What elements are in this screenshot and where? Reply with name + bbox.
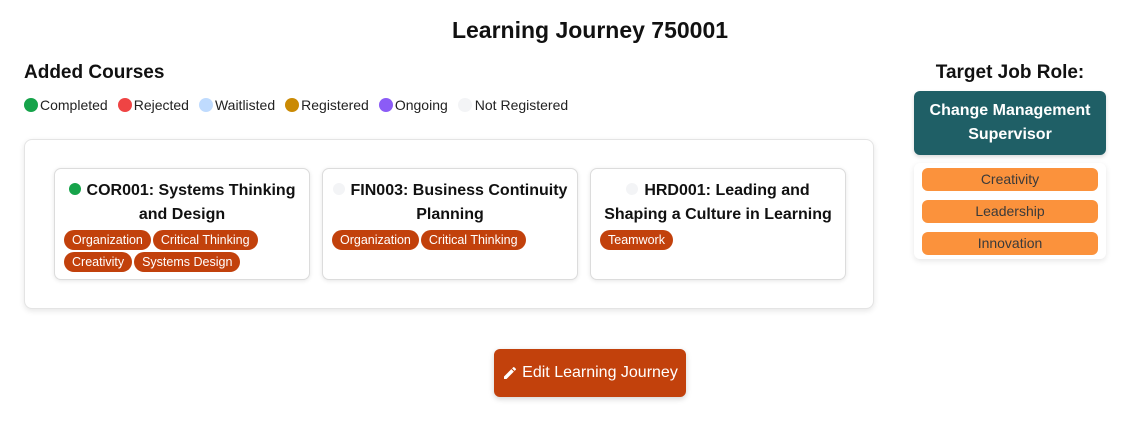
course-title: COR001: Systems Thinking and Design: [86, 182, 296, 223]
course-title-row: HRD001: Leading and Shaping a Culture in…: [591, 169, 845, 227]
legend-label: Completed: [40, 97, 108, 113]
status-dot-icon: [68, 183, 81, 195]
not-registered-dot-icon: [457, 98, 472, 112]
completed-dot-icon: [24, 98, 38, 112]
course-card[interactable]: FIN003: Business Continuity Planning Org…: [322, 168, 578, 280]
legend-label: Waitlisted: [214, 97, 276, 113]
rejected-dot-icon: [117, 98, 132, 112]
added-courses-heading: Added Courses: [24, 62, 165, 83]
skill-tag: Creativity: [64, 252, 133, 272]
edit-learning-journey-button[interactable]: Edit Learning Journey: [494, 349, 686, 397]
role-skill: Innovation: [922, 232, 1098, 255]
role-skill: Leadership: [922, 200, 1098, 223]
target-job-role-heading: Target Job Role:: [935, 62, 1085, 83]
edit-button-label: Edit Learning Journey: [522, 364, 678, 381]
legend-item-registered: Registered: [285, 97, 369, 113]
pencil-icon: [504, 366, 517, 379]
course-title-row: FIN003: Business Continuity Planning: [323, 169, 577, 227]
course-tags: Organization Critical Thinking Creativit…: [55, 230, 309, 274]
role-skills-list: Creativity Leadership Innovation: [914, 163, 1106, 259]
legend-label: Not Registered: [474, 97, 569, 113]
course-card[interactable]: HRD001: Leading and Shaping a Culture in…: [590, 168, 846, 280]
legend-label: Rejected: [133, 97, 189, 113]
role-skill: Creativity: [922, 168, 1098, 191]
page-title: Learning Journey 750001: [451, 17, 729, 43]
course-tags: Teamwork: [591, 230, 845, 252]
skill-tag: Critical Thinking: [152, 230, 258, 250]
status-legend: Completed Rejected Waitlisted Registered…: [24, 95, 578, 115]
course-title: HRD001: Leading and Shaping a Culture in…: [604, 182, 832, 223]
course-tags: Organization Critical Thinking: [323, 230, 577, 252]
skill-tag: Organization: [64, 230, 151, 250]
target-job-role-button[interactable]: Change Management Supervisor: [914, 91, 1106, 155]
course-card[interactable]: COR001: Systems Thinking and Design Orga…: [54, 168, 310, 280]
legend-label: Ongoing: [394, 97, 448, 113]
legend-label: Registered: [301, 97, 369, 113]
skill-tag: Teamwork: [600, 230, 673, 250]
course-title: FIN003: Business Continuity Planning: [350, 182, 568, 223]
ongoing-dot-icon: [378, 98, 393, 112]
legend-item-completed: Completed: [24, 97, 108, 113]
skill-tag: Organization: [332, 230, 419, 250]
skill-tag: Critical Thinking: [420, 230, 526, 250]
course-title-row: COR001: Systems Thinking and Design: [55, 169, 309, 227]
status-dot-icon: [332, 183, 345, 195]
legend-item-waitlisted: Waitlisted: [198, 97, 276, 113]
registered-dot-icon: [285, 98, 300, 112]
legend-item-not-registered: Not Registered: [457, 97, 569, 113]
courses-panel: COR001: Systems Thinking and Design Orga…: [24, 139, 874, 309]
skill-tag: Systems Design: [134, 252, 241, 272]
waitlisted-dot-icon: [198, 98, 213, 112]
status-dot-icon: [626, 183, 639, 195]
legend-item-rejected: Rejected: [117, 97, 189, 113]
legend-item-ongoing: Ongoing: [378, 97, 448, 113]
